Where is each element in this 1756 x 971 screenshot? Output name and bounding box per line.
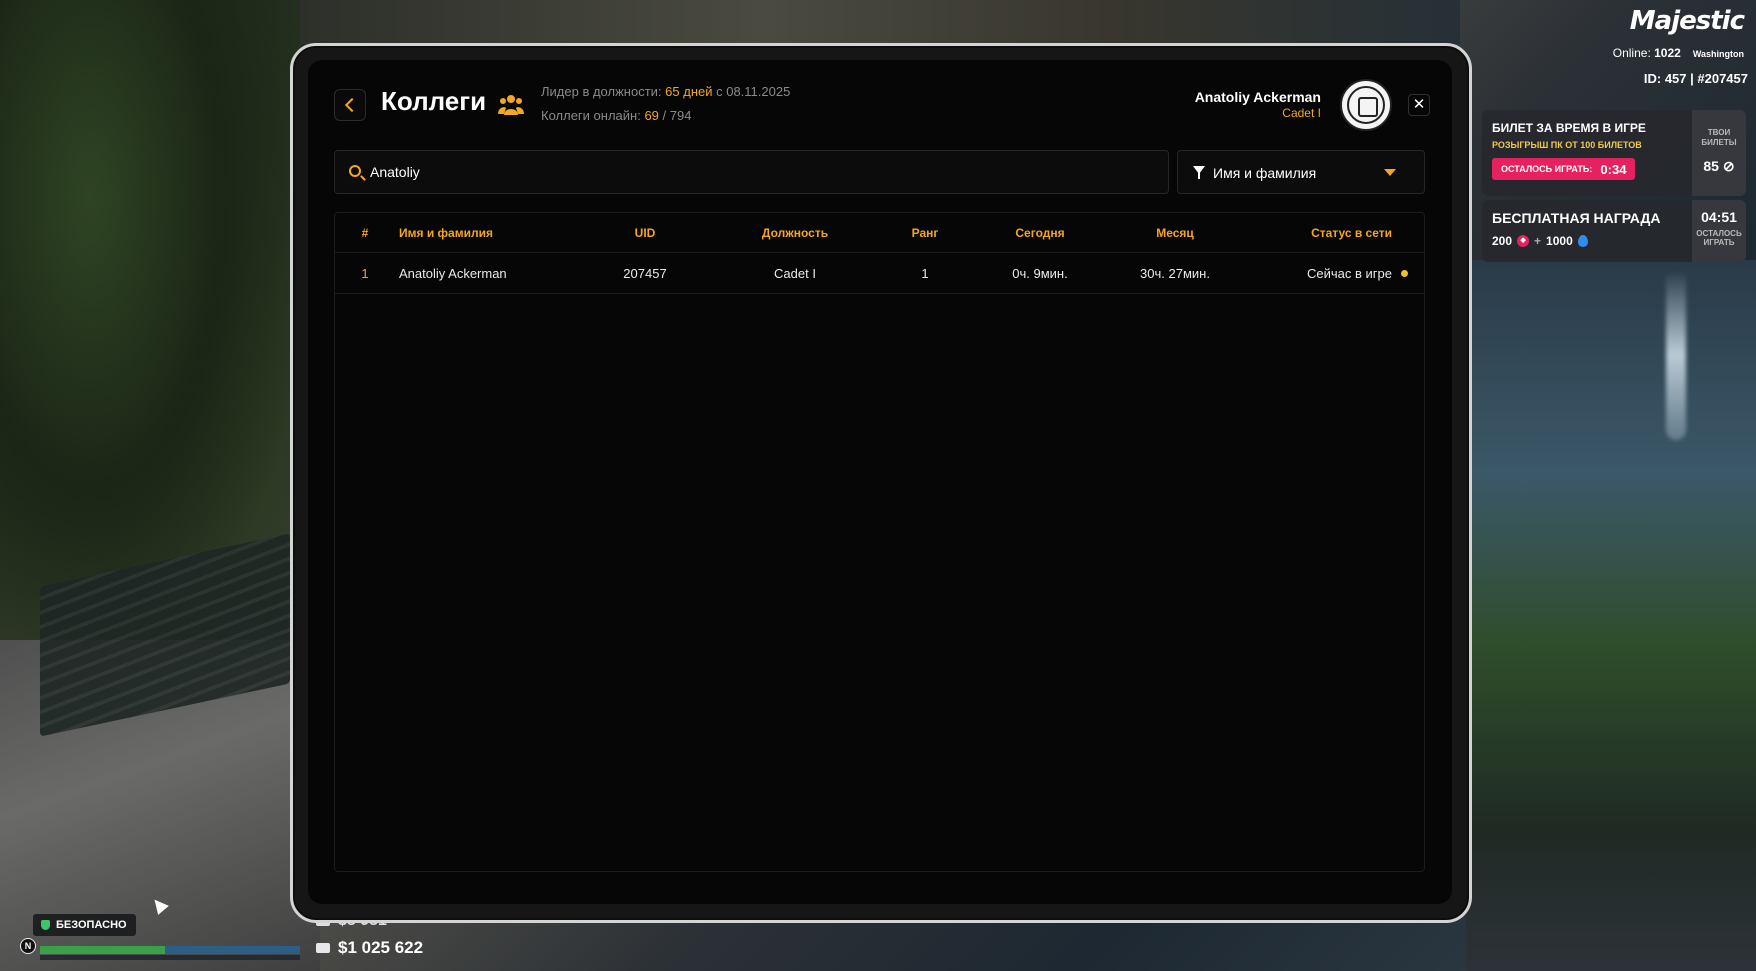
close-button[interactable]: ✕ <box>1408 94 1430 116</box>
leader-info: Лидер в должности: 65 дней с 08.11.2025 <box>541 84 790 99</box>
online-colleagues-now: 69 <box>644 108 659 123</box>
safe-zone-label: БЕЗОПАСНО <box>56 919 127 931</box>
reward-title: БЕСПЛАТНАЯ НАГРАДА <box>1492 210 1661 226</box>
bank-value: $1 025 622 <box>338 938 424 957</box>
ticket-icon: ⊘ <box>1722 158 1735 174</box>
col-today[interactable]: Сегодня <box>985 213 1095 252</box>
ticket-subtitle: РОЗЫГРЫШ ПК ОТ 100 БИЛЕТОВ <box>1492 140 1642 150</box>
row-status: Сейчас в игре <box>1307 265 1392 281</box>
back-button[interactable] <box>334 89 366 121</box>
scene-background-top <box>300 0 1460 44</box>
ticket-timer-value: 0:34 <box>1600 161 1627 177</box>
bank-amount: $1 025 622 <box>316 938 423 958</box>
online-label: Online: <box>1612 46 1651 60</box>
filter-selected: Имя и фамилия <box>1213 165 1317 181</box>
colleagues-table: # Имя и фамилия UID Должность Ранг Сегод… <box>334 212 1425 872</box>
ticket-count-value: 85 ⊘ <box>1703 158 1735 174</box>
coin-icon: ◆ <box>1517 235 1530 247</box>
team-icon <box>498 95 524 115</box>
reward-amount-1: 200 <box>1492 234 1513 248</box>
row-today: 0ч. 9мин. <box>1012 265 1068 281</box>
row-name: Anatoliy Ackerman <box>399 265 507 281</box>
online-count: 1022 <box>1654 46 1681 60</box>
reward-amounts: 200 ◆ + 1000 <box>1492 234 1588 248</box>
scene-park-right <box>1466 260 1756 971</box>
col-month[interactable]: Месяц <box>1105 213 1245 252</box>
reward-card: БЕСПЛАТНАЯ НАГРАДА 200 ◆ + 1000 04:51 ОС… <box>1482 200 1746 262</box>
col-position[interactable]: Должность <box>725 213 865 252</box>
ticket-timer: ОСТАЛОСЬ ИГРАТЬ: 0:34 <box>1492 158 1636 180</box>
ticket-title: БИЛЕТ ЗА ВРЕМЯ В ИГРЕ <box>1492 121 1646 135</box>
online-indicator: Online: 1022 Washington <box>1613 46 1744 60</box>
row-rank: 1 <box>921 265 929 281</box>
ticket-count-label: ТВОИ БИЛЕТЫ <box>1701 128 1737 147</box>
scene-fountain <box>1666 270 1686 440</box>
reward-timer-label: ОСТАЛОСЬ ИГРАТЬ <box>1696 229 1742 247</box>
shield-icon <box>41 920 50 930</box>
leader-label: Лидер в должности: <box>541 84 662 99</box>
search-box[interactable] <box>334 150 1169 194</box>
leader-days: 65 дней <box>665 84 713 99</box>
row-position: Cadet I <box>774 265 816 281</box>
filter-icon <box>1193 166 1205 179</box>
reward-amount-2: 1000 <box>1546 234 1573 248</box>
col-num[interactable]: # <box>355 213 375 252</box>
row-num: 1 <box>361 265 369 281</box>
search-input[interactable] <box>370 151 1150 193</box>
page-title: Коллеги <box>381 86 487 116</box>
online-colleagues-total: / 794 <box>662 108 692 123</box>
ticket-count-box: ТВОИ БИЛЕТЫ 85 ⊘ <box>1692 110 1746 196</box>
reward-timer-value: 04:51 <box>1701 209 1737 225</box>
table-header: # Имя и фамилия UID Должность Ранг Сегод… <box>335 213 1424 253</box>
safe-zone-badge: БЕЗОПАСНО <box>33 914 136 936</box>
col-status[interactable]: Статус в сети <box>1311 213 1392 252</box>
ticket-timer-label: ОСТАЛОСЬ ИГРАТЬ: <box>1501 164 1593 174</box>
table-row[interactable]: 1 Anatoliy Ackerman 207457 Cadet I 1 0ч.… <box>335 253 1424 294</box>
close-icon: ✕ <box>1412 96 1426 113</box>
reward-timer-box: 04:51 ОСТАЛОСЬ ИГРАТЬ <box>1692 200 1746 262</box>
col-rank[interactable]: Ранг <box>875 213 975 252</box>
armor-bar <box>165 946 300 954</box>
online-colleagues-label: Коллеги онлайн: <box>541 108 641 123</box>
chevron-left-icon <box>344 97 360 113</box>
leader-since: с 08.11.2025 <box>716 84 791 99</box>
server-name: Washington <box>1692 49 1744 59</box>
department-emblem-icon <box>1340 79 1392 131</box>
search-icon <box>349 165 361 177</box>
health-bar <box>40 946 165 954</box>
user-name: Anatoliy Ackerman <box>1194 89 1321 105</box>
reward-plus: + <box>1534 234 1542 248</box>
brand-logo: Majestic <box>1629 6 1745 36</box>
chevron-down-icon <box>1384 169 1396 176</box>
ticket-card: БИЛЕТ ЗА ВРЕМЯ В ИГРЕ РОЗЫГРЫШ ПК ОТ 100… <box>1482 110 1746 196</box>
user-rank: Cadet I <box>1282 106 1321 120</box>
col-uid[interactable]: UID <box>575 213 715 252</box>
player-id: ID: 457 | #207457 <box>1643 71 1748 86</box>
col-name[interactable]: Имя и фамилия <box>399 213 493 252</box>
filter-dropdown[interactable]: Имя и фамилия <box>1177 150 1425 194</box>
compass-icon: N <box>20 938 36 954</box>
row-uid: 207457 <box>623 265 667 281</box>
online-colleagues-info: Коллеги онлайн: 69 / 794 <box>541 108 691 123</box>
stamina-bar <box>40 955 300 960</box>
drop-icon <box>1577 235 1588 247</box>
row-month: 30ч. 27мин. <box>1140 265 1210 281</box>
online-status-dot-icon <box>1401 270 1408 277</box>
card-icon <box>316 943 330 953</box>
